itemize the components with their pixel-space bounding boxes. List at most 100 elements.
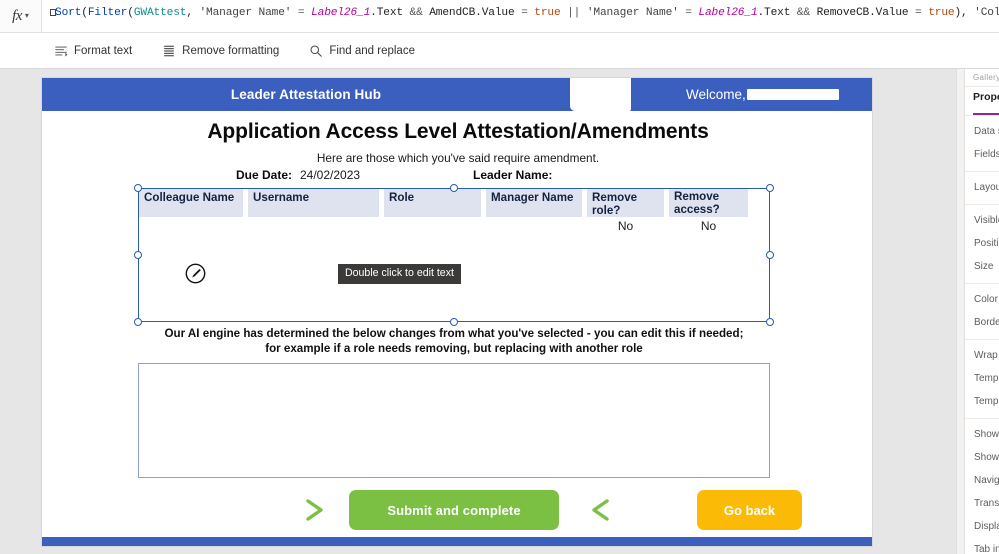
format-text-button[interactable]: Format text	[50, 41, 136, 61]
property-row[interactable]: Navigation step	[965, 469, 999, 492]
resize-handle-top-center[interactable]	[450, 184, 458, 192]
format-text-icon	[54, 44, 68, 58]
formula-token: ||	[560, 7, 587, 19]
gallery-column-label: access?	[674, 202, 720, 216]
powerapps-screen: Leader Attestation Hub Welcome, Applicat…	[41, 77, 873, 547]
property-row[interactable]: Display mode	[965, 515, 999, 538]
formula-token: ),	[954, 7, 975, 19]
property-row[interactable]: Fields	[965, 143, 999, 166]
property-row[interactable]: Template size	[965, 367, 999, 390]
resize-handle-bottom-center[interactable]	[450, 318, 458, 326]
formula-token: &&	[409, 7, 423, 19]
cell-remove-access-value: No	[700, 219, 717, 233]
property-group: Wrap countTemplate sizeTemplate padding	[965, 339, 999, 418]
gallery-column-header[interactable]: Username	[248, 189, 379, 217]
property-row[interactable]: Transition	[965, 492, 999, 515]
edit-cursor-icon	[185, 263, 206, 284]
gallery-column-header[interactable]: Remove access?	[669, 189, 748, 217]
property-row[interactable]: Color	[965, 288, 999, 311]
property-group: ColorBorder	[965, 283, 999, 339]
gallery-column-header[interactable]: Remove role?	[587, 189, 664, 217]
screen-header-title: Leader Attestation Hub	[230, 87, 382, 102]
gallery-column-header[interactable]: Role	[384, 189, 481, 217]
formula-token: =	[678, 7, 699, 19]
resize-handle-bottom-right[interactable]	[766, 318, 774, 326]
property-row[interactable]: Show scrollbar	[965, 423, 999, 446]
fx-label: fx	[12, 7, 22, 24]
tab-properties[interactable]: Properties	[965, 87, 999, 113]
formula-token: .Text	[757, 7, 797, 19]
action-button-row: Submit and complete Go back	[42, 490, 872, 538]
attestation-gallery[interactable]: Colleague Name Username Role Manager Name Re…	[138, 188, 770, 322]
gallery-column-header[interactable]: Colleague Name	[139, 189, 243, 217]
property-group: VisiblePositionSize	[965, 204, 999, 283]
find-and-replace-button[interactable]: Find and replace	[305, 41, 419, 61]
edit-text-tooltip: Double click to edit text	[338, 264, 461, 284]
fx-function-button[interactable]: fx ▾	[0, 0, 42, 32]
formula-token: GWAttest	[133, 7, 187, 19]
format-text-label: Format text	[74, 44, 133, 57]
remove-formatting-label: Remove formatting	[182, 44, 280, 57]
property-row[interactable]: Wrap count	[965, 344, 999, 367]
app-canvas: Leader Attestation Hub Welcome, Applicat…	[0, 69, 956, 554]
formula-token: (	[81, 7, 88, 19]
property-row[interactable]: Show navigation	[965, 446, 999, 469]
arrow-right-icon	[301, 496, 331, 529]
formula-token: =	[291, 7, 312, 19]
formula-token: Sort	[55, 7, 82, 19]
formula-token: true	[921, 7, 955, 19]
resize-handle-middle-left[interactable]	[134, 251, 142, 259]
property-row[interactable]: Border	[965, 311, 999, 334]
formula-token: Label26_1	[698, 7, 758, 19]
property-row[interactable]: Tab index	[965, 538, 999, 554]
gallery-column-label: Manager Name	[491, 191, 574, 204]
resize-handle-middle-right[interactable]	[766, 251, 774, 259]
gallery-column-header[interactable]: Manager Name	[486, 189, 582, 217]
formula-token: (	[127, 7, 134, 19]
submit-and-complete-button[interactable]: Submit and complete	[349, 490, 559, 530]
welcome-label: Welcome,	[686, 87, 746, 102]
search-icon	[309, 44, 323, 58]
property-row[interactable]: Size	[965, 255, 999, 278]
formula-token: =	[915, 7, 922, 19]
property-row[interactable]: Layout	[965, 176, 999, 199]
property-row[interactable]: Visible	[965, 209, 999, 232]
resize-handle-top-left[interactable]	[134, 184, 142, 192]
property-group: Layout	[965, 171, 999, 204]
welcome-area: Welcome,	[642, 78, 872, 111]
redaction-block-username	[746, 89, 839, 100]
gallery-column-label: Username	[253, 191, 310, 204]
go-back-button[interactable]: Go back	[697, 490, 802, 530]
property-group: Show scrollbarShow navigationNavigation …	[965, 418, 999, 554]
resize-handle-bottom-left[interactable]	[134, 318, 142, 326]
gallery-column-label: Remove role?	[592, 191, 638, 217]
remove-formatting-button[interactable]: Remove formatting	[158, 41, 283, 61]
formula-token: Filter	[87, 7, 128, 19]
redaction-block-header	[570, 78, 631, 111]
gallery-column-label: Colleague Name	[144, 191, 235, 204]
formula-token: =	[521, 7, 528, 19]
property-group: Data sourceFields	[965, 115, 999, 171]
due-date-value: 24/02/2023	[300, 168, 361, 182]
ai-engine-note: Our AI engine has determined the below c…	[164, 327, 744, 355]
property-row[interactable]: Data source	[965, 120, 999, 143]
amendments-textbox[interactable]	[138, 363, 770, 478]
resize-handle-top-right[interactable]	[766, 184, 774, 192]
property-row[interactable]: Position	[965, 232, 999, 255]
formula-input[interactable]: Sort(Filter(GWAttest, 'Manager Name' = L…	[42, 0, 999, 22]
formula-token: ,	[186, 7, 200, 19]
leader-name-label: Leader Name:	[473, 168, 553, 182]
remove-formatting-icon	[162, 44, 176, 58]
screen-header-band: Leader Attestation Hub Welcome,	[42, 78, 872, 111]
formula-toolbar: Format text Remove formatting Find and r…	[0, 33, 999, 69]
panel-scroll-gutter[interactable]	[957, 69, 964, 554]
gallery-header-row: Colleague Name Username Role Manager Name Re…	[139, 189, 771, 217]
properties-panel-inner: Gallery Properties Data sourceFields Layo…	[964, 69, 999, 554]
formula-token: Label26_1	[311, 7, 371, 19]
property-row[interactable]: Template padding	[965, 390, 999, 413]
property-groups: Data sourceFields Layout VisiblePositionSi…	[965, 115, 999, 554]
gallery-column-label: Remove	[674, 190, 720, 203]
app-root: fx ▾ Sort(Filter(GWAttest, 'Manager Name…	[0, 0, 999, 554]
properties-panel: Gallery Properties Data sourceFields Layo…	[956, 69, 999, 554]
formula-token: 'Manager Name'	[586, 7, 679, 19]
